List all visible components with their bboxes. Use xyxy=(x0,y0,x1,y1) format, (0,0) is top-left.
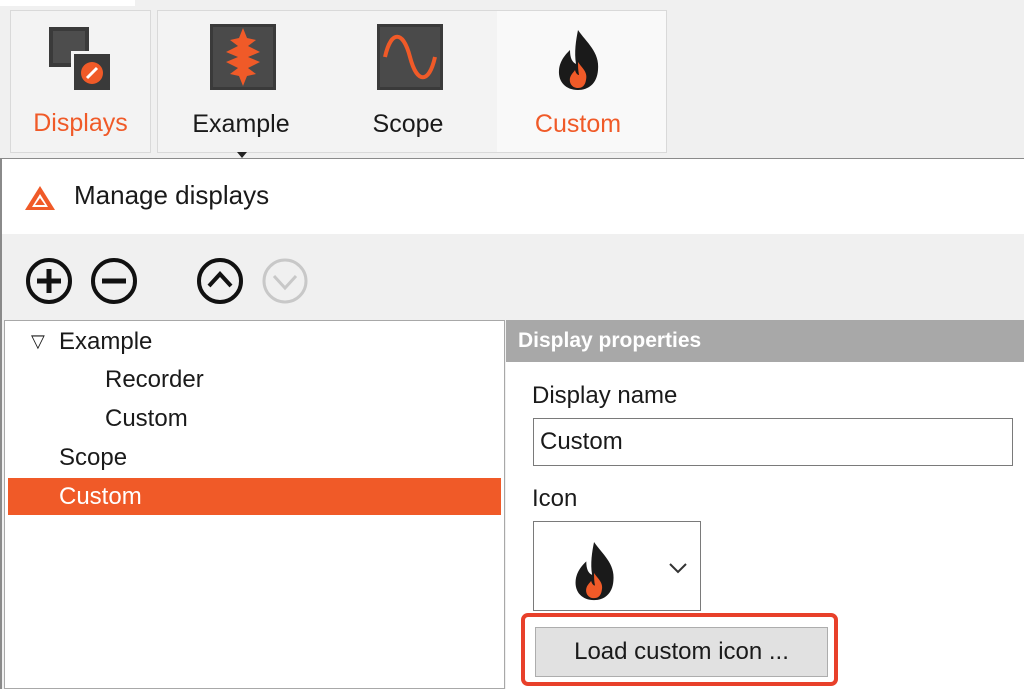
load-custom-icon-button[interactable]: Load custom icon ... xyxy=(535,627,828,677)
scope-button[interactable]: Scope xyxy=(352,12,464,152)
example-label: Example xyxy=(192,110,290,138)
displays-icon xyxy=(49,27,113,93)
display-name-input[interactable] xyxy=(533,418,1013,466)
sine-wave-icon xyxy=(377,24,443,90)
flame-icon xyxy=(558,30,599,90)
chevron-down-icon[interactable] xyxy=(668,562,688,574)
flame-icon xyxy=(575,541,614,601)
custom-label: Custom xyxy=(534,110,622,138)
tree-item-example-custom[interactable]: Custom xyxy=(105,400,188,437)
scope-label: Scope xyxy=(372,110,444,138)
dialog-title: Manage displays xyxy=(74,180,270,210)
custom-button[interactable]: Custom xyxy=(522,12,634,152)
waveform-icon xyxy=(210,24,276,90)
display-tree: ▽ Example Recorder Custom Scope Custom xyxy=(4,320,505,689)
tree-item-recorder[interactable]: Recorder xyxy=(105,361,204,398)
add-display-button[interactable] xyxy=(24,256,74,306)
icon-label: Icon xyxy=(532,485,578,512)
icon-select[interactable] xyxy=(533,521,701,611)
display-name-label: Display name xyxy=(532,382,678,409)
displays-button[interactable]: Displays xyxy=(10,10,151,153)
app-logo-icon xyxy=(25,186,55,210)
tree-item-custom-selected[interactable]: Custom xyxy=(8,478,501,515)
tree-item-scope[interactable]: Scope xyxy=(59,439,127,476)
ribbon-strip xyxy=(0,0,135,6)
tree-expander-icon[interactable]: ▽ xyxy=(31,323,45,360)
example-button[interactable]: Example xyxy=(185,12,297,158)
move-down-button[interactable] xyxy=(260,256,310,306)
remove-display-button[interactable] xyxy=(89,256,139,306)
move-up-button[interactable] xyxy=(195,256,245,306)
tree-item-example[interactable]: Example xyxy=(59,323,152,360)
displays-label: Displays xyxy=(33,109,128,137)
display-properties-header: Display properties xyxy=(506,320,1024,362)
